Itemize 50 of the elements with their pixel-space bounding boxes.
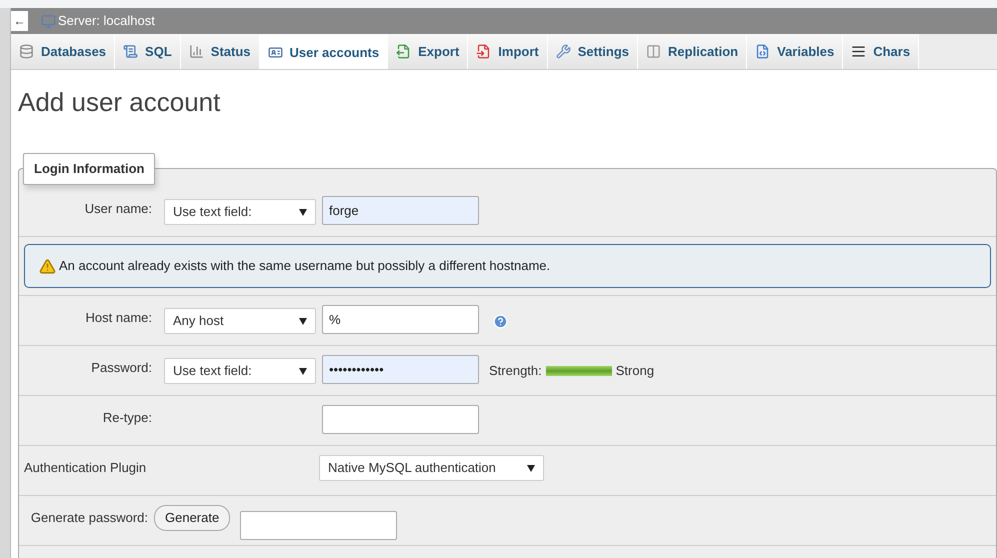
server-icon: [41, 14, 56, 28]
nav-tab[interactable]: Import: [468, 34, 548, 69]
nav-tab[interactable]: Variables: [747, 34, 844, 69]
nav-tab[interactable]: User accounts: [260, 34, 388, 69]
dropdown[interactable]: Native MySQL authentication: [319, 455, 544, 481]
input-field[interactable]: [322, 405, 479, 434]
strength-text: Strong: [616, 362, 654, 380]
lines-icon: [851, 44, 866, 59]
caret-icon: [527, 464, 535, 472]
server-title: Server: localhost: [58, 12, 155, 30]
code-file-icon: [755, 44, 770, 59]
nav-tab[interactable]: Chars: [843, 34, 920, 69]
table-export-icon: [396, 44, 412, 59]
bar-chart-icon: [188, 44, 204, 59]
nav-tab[interactable]: SQL: [115, 34, 181, 69]
caret-icon: [299, 368, 307, 374]
warning-icon: [39, 258, 56, 274]
id-card-icon: [268, 45, 283, 60]
field-label: Re-type:: [102, 410, 152, 425]
dropdown[interactable]: Any host: [164, 308, 316, 334]
dropdown[interactable]: Use text field:: [164, 199, 316, 225]
strength-label: Strength:: [489, 362, 542, 380]
input-field[interactable]: [240, 511, 398, 540]
page-title: Add user account: [18, 86, 222, 119]
nav-tab[interactable]: Settings: [548, 34, 638, 69]
notice-text: An account already exists with the same username but possibly a different hostname.: [59, 257, 550, 276]
caret-icon: [299, 208, 307, 216]
field-label: User name:: [84, 201, 152, 216]
generate-button[interactable]: Generate: [154, 505, 230, 531]
caret-icon: [299, 318, 307, 324]
dropdown[interactable]: Use text field:: [164, 358, 316, 384]
database-icon: [19, 44, 34, 59]
legend: Login Information: [23, 153, 156, 184]
table-import-icon: [476, 44, 492, 59]
nav-tab[interactable]: Status: [180, 34, 260, 69]
field-label: Authentication Plugin: [24, 460, 146, 475]
nav-tab[interactable]: Export: [388, 34, 468, 69]
field-label: Password:: [91, 360, 152, 375]
input-field[interactable]: %: [322, 305, 479, 334]
input-field[interactable]: forge: [322, 196, 479, 225]
input-field[interactable]: ••••••••••••: [322, 355, 479, 384]
field-label: Generate password:: [30, 510, 148, 525]
help-icon[interactable]: [493, 314, 508, 329]
document-icon: [123, 44, 138, 59]
settings-icon: [556, 44, 571, 59]
nav-tab[interactable]: Databases: [11, 34, 116, 69]
back-button[interactable]: ←: [11, 11, 28, 31]
field-label: Host name:: [86, 310, 152, 325]
strength-meter: [546, 366, 612, 376]
nav-tab[interactable]: Replication: [638, 34, 748, 69]
